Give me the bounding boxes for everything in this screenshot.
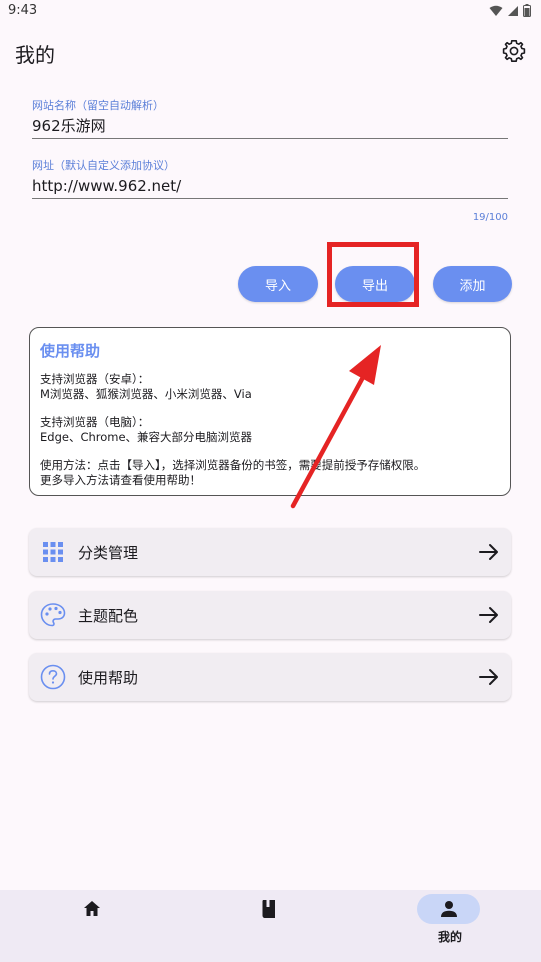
settings-button[interactable]	[501, 38, 527, 64]
nav-item-bookmarks[interactable]	[210, 890, 330, 962]
url-label: 网址（默认自定义添加协议）	[32, 159, 175, 172]
page-title: 我的	[15, 43, 55, 67]
arrow-right-icon	[479, 669, 498, 685]
nav-indicator	[60, 894, 123, 924]
person-icon	[440, 901, 457, 917]
wifi-icon	[489, 5, 503, 16]
menu-item-theme[interactable]: 主题配色	[29, 591, 511, 639]
help-title: 使用帮助	[40, 342, 101, 360]
url-field: 网址（默认自定义添加协议）	[32, 158, 508, 199]
battery-icon	[523, 4, 531, 17]
signal-icon	[508, 5, 518, 16]
status-bar: 9:43	[0, 0, 541, 24]
highlight-box	[327, 242, 419, 307]
menu-item-label: 使用帮助	[78, 669, 139, 687]
help-card: 使用帮助 支持浏览器（安卓）： M浏览器、狐猴浏览器、小米浏览器、Via 支持浏…	[29, 327, 511, 496]
status-time: 9:43	[8, 3, 38, 18]
nav-item-mine[interactable]: 我的	[390, 890, 510, 962]
help-icon	[40, 664, 66, 690]
menu-item-help[interactable]: 使用帮助	[29, 653, 511, 701]
help-line: 支持浏览器（电脑）：	[40, 415, 150, 429]
nav-indicator-active	[417, 894, 480, 924]
site-name-input[interactable]	[32, 114, 508, 139]
char-counter: 19/100	[472, 212, 508, 223]
palette-icon	[40, 602, 66, 628]
book-icon	[262, 900, 275, 918]
help-line: Edge、Chrome、兼容大部分电脑浏览器	[40, 430, 253, 444]
grid-icon	[40, 539, 66, 565]
help-line: 使用方法：点击【导入】，选择浏览器备份的书签，需要提前授予存储权限。	[40, 458, 426, 472]
site-name-label: 网站名称（留空自动解析）	[32, 99, 164, 112]
nav-item-home[interactable]	[33, 890, 153, 962]
arrow-right-icon	[479, 544, 498, 560]
help-line: 更多导入方法请查看使用帮助！	[40, 473, 201, 487]
help-line: 支持浏览器（安卓）：	[40, 372, 150, 386]
home-icon	[83, 901, 100, 916]
import-button[interactable]: 导入	[238, 266, 318, 302]
menu-item-label: 主题配色	[78, 607, 139, 625]
bottom-nav: 我的	[0, 890, 541, 962]
nav-label: 我的	[437, 930, 462, 944]
app-bar: 我的	[0, 28, 541, 74]
menu-item-category[interactable]: 分类管理	[29, 528, 511, 576]
menu-item-label: 分类管理	[78, 544, 139, 562]
help-line: M浏览器、狐猴浏览器、小米浏览器、Via	[40, 387, 252, 401]
add-button[interactable]: 添加	[433, 266, 512, 302]
nav-indicator	[237, 894, 300, 924]
arrow-right-icon	[479, 607, 498, 623]
site-name-field: 网站名称（留空自动解析）	[32, 98, 508, 139]
status-icons	[489, 4, 531, 17]
gear-icon	[502, 40, 526, 62]
url-input[interactable]	[32, 174, 508, 199]
